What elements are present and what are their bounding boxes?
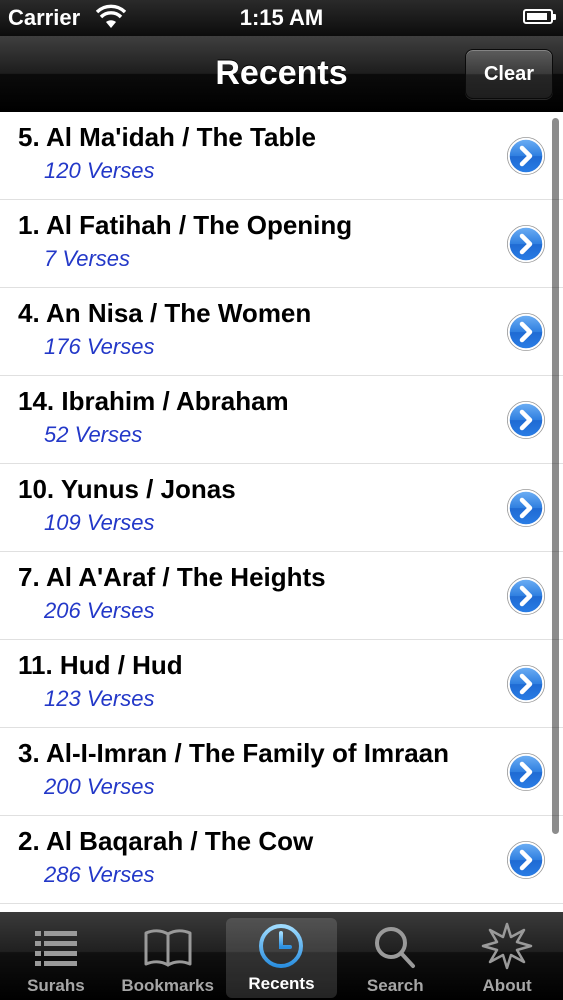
clock-time: 1:15 AM [239, 5, 324, 30]
tab-label: About [482, 976, 532, 995]
tab-bookmarks[interactable]: Bookmarks [112, 912, 224, 1000]
recents-list[interactable]: 5. Al Ma'idah / The Table 120 Verses 1. Al… [0, 112, 563, 912]
book-icon [144, 929, 192, 967]
list-icon [34, 931, 77, 966]
disclosure-button[interactable] [506, 488, 546, 528]
navigation-bar: Recents Clear [0, 36, 563, 112]
surah-row[interactable]: 10. Yunus / Jonas 109 Verses [0, 464, 563, 552]
chevron-right-icon [506, 664, 546, 704]
verse-count: 109 Verses [44, 510, 155, 535]
surah-title: 10. Yunus / Jonas [18, 474, 236, 504]
disclosure-button[interactable] [506, 576, 546, 616]
disclosure-button[interactable] [506, 312, 546, 352]
surah-row[interactable]: 14. Ibrahim / Abraham 52 Verses [0, 376, 563, 464]
verse-count: 200 Verses [44, 774, 155, 799]
surah-title: 1. Al Fatihah / The Opening [18, 210, 353, 240]
chevron-right-icon [506, 576, 546, 616]
disclosure-button[interactable] [506, 136, 546, 176]
surah-row[interactable]: 1. Al Fatihah / The Opening 7 Verses [0, 200, 563, 288]
surah-title: 7. Al A'Araf / The Heights [18, 562, 326, 592]
surah-title: 14. Ibrahim / Abraham [18, 386, 289, 416]
disclosure-button[interactable] [506, 840, 546, 880]
chevron-right-icon [506, 400, 546, 440]
surah-row[interactable]: 3. Al-I-Imran / The Family of Imraan 200 … [0, 728, 563, 816]
chevron-right-icon [506, 224, 546, 264]
surah-title: 5. Al Ma'idah / The Table [18, 122, 317, 152]
surah-row[interactable]: 2. Al Baqarah / The Cow 286 Verses [0, 816, 563, 904]
surah-row[interactable]: 5. Al Ma'idah / The Table 120 Verses [0, 112, 563, 200]
chevron-right-icon [506, 136, 546, 176]
status-bar: Carrier 1:15 AM [0, 0, 563, 36]
disclosure-button[interactable] [506, 400, 546, 440]
chevron-right-icon [506, 488, 546, 528]
surah-title: 3. Al-I-Imran / The Family of Imraan [18, 738, 450, 768]
chevron-right-icon [506, 752, 546, 792]
surah-title: 4. An Nisa / The Women [18, 298, 312, 328]
verse-count: 120 Verses [44, 158, 155, 183]
magnifier-icon [375, 927, 416, 968]
disclosure-button[interactable] [506, 664, 546, 704]
verse-count: 123 Verses [44, 686, 155, 711]
clock-icon [259, 924, 304, 968]
tab-bar: Surahs Bookmarks Recents Search About [0, 912, 563, 1000]
surah-row[interactable]: 4. An Nisa / The Women 176 Verses [0, 288, 563, 376]
verse-count: 52 Verses [44, 422, 143, 447]
surah-row[interactable]: 11. Hud / Hud 123 Verses [0, 640, 563, 728]
verse-count: 176 Verses [44, 334, 155, 359]
tab-label: Recents [248, 974, 315, 993]
verse-count: 7 Verses [44, 246, 131, 271]
scrollbar[interactable] [552, 118, 559, 834]
tab-search[interactable]: Search [339, 912, 451, 1000]
disclosure-button[interactable] [506, 224, 546, 264]
chevron-right-icon [506, 312, 546, 352]
star-burst-icon [481, 922, 533, 970]
tab-recents[interactable]: Recents [225, 918, 338, 998]
surah-row[interactable]: 7. Al A'Araf / The Heights 206 Verses [0, 552, 563, 640]
surah-title: 11. Hud / Hud [18, 650, 183, 680]
tab-label: Surahs [27, 976, 85, 995]
tab-label: Search [366, 976, 424, 995]
tab-about[interactable]: About [451, 912, 563, 1000]
verse-count: 286 Verses [44, 862, 155, 887]
battery-level [527, 13, 547, 20]
surah-title: 2. Al Baqarah / The Cow [18, 826, 314, 856]
battery-icon [523, 9, 556, 24]
tab-label: Bookmarks [121, 976, 214, 995]
tab-surahs[interactable]: Surahs [0, 912, 112, 1000]
clear-button[interactable]: Clear [465, 49, 553, 99]
verse-count: 206 Verses [44, 598, 155, 623]
disclosure-button[interactable] [506, 752, 546, 792]
chevron-right-icon [506, 840, 546, 880]
